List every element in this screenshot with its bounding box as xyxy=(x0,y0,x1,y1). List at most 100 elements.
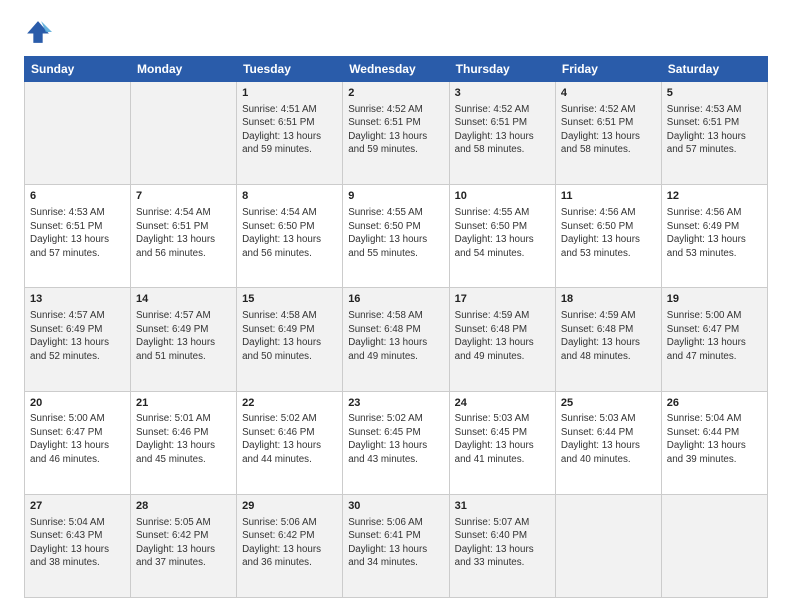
calendar-cell: 18 Sunrise: 4:59 AM Sunset: 6:48 PM Dayli… xyxy=(555,288,661,391)
day-number: 20 xyxy=(30,396,125,411)
day-info: Sunrise: 4:53 AM Sunset: 6:51 PM Dayligh… xyxy=(30,206,125,260)
day-info: Sunrise: 5:05 AM Sunset: 6:42 PM Dayligh… xyxy=(136,516,231,570)
calendar-cell: 15 Sunrise: 4:58 AM Sunset: 6:49 PM Dayli… xyxy=(237,288,343,391)
calendar-cell: 10 Sunrise: 4:55 AM Sunset: 6:50 PM Dayli… xyxy=(449,185,555,288)
calendar-cell: 6Sunrise: 4:53 AM Sunset: 6:51 PM Daylig… xyxy=(25,185,131,288)
logo-icon xyxy=(24,18,52,46)
day-header-sunday: Sunday xyxy=(25,57,131,82)
calendar-cell: 27 Sunrise: 5:04 AM Sunset: 6:43 PM Dayli… xyxy=(25,494,131,597)
day-number: 8 xyxy=(242,189,337,204)
day-header-monday: Monday xyxy=(131,57,237,82)
day-number: 22 xyxy=(242,396,337,411)
day-number: 27 xyxy=(30,499,125,514)
day-info: Sunrise: 5:03 AM Sunset: 6:44 PM Dayligh… xyxy=(561,412,656,466)
day-info: Sunrise: 5:04 AM Sunset: 6:44 PM Dayligh… xyxy=(667,412,762,466)
calendar-cell: 23Sunrise: 5:02 AM Sunset: 6:45 PM Dayli… xyxy=(343,391,449,494)
day-info: Sunrise: 4:58 AM Sunset: 6:48 PM Dayligh… xyxy=(348,309,443,363)
calendar-cell: 7 Sunrise: 4:54 AM Sunset: 6:51 PM Daylig… xyxy=(131,185,237,288)
day-info: Sunrise: 4:54 AM Sunset: 6:51 PM Dayligh… xyxy=(136,206,231,260)
day-number: 15 xyxy=(242,292,337,307)
day-header-wednesday: Wednesday xyxy=(343,57,449,82)
day-info: Sunrise: 4:58 AM Sunset: 6:49 PM Dayligh… xyxy=(242,309,337,363)
calendar-cell: 22Sunrise: 5:02 AM Sunset: 6:46 PM Dayli… xyxy=(237,391,343,494)
day-info: Sunrise: 5:02 AM Sunset: 6:45 PM Dayligh… xyxy=(348,412,443,466)
calendar-cell: 25Sunrise: 5:03 AM Sunset: 6:44 PM Dayli… xyxy=(555,391,661,494)
day-info: Sunrise: 5:06 AM Sunset: 6:41 PM Dayligh… xyxy=(348,516,443,570)
day-info: Sunrise: 5:02 AM Sunset: 6:46 PM Dayligh… xyxy=(242,412,337,466)
day-info: Sunrise: 4:52 AM Sunset: 6:51 PM Dayligh… xyxy=(455,103,550,157)
day-number: 5 xyxy=(667,86,762,101)
calendar-week-row: 27 Sunrise: 5:04 AM Sunset: 6:43 PM Dayli… xyxy=(25,494,768,597)
day-number: 14 xyxy=(136,292,231,307)
calendar-cell: 11Sunrise: 4:56 AM Sunset: 6:50 PM Dayli… xyxy=(555,185,661,288)
calendar-cell: 17 Sunrise: 4:59 AM Sunset: 6:48 PM Dayli… xyxy=(449,288,555,391)
calendar-cell: 1 Sunrise: 4:51 AM Sunset: 6:51 PM Daylig… xyxy=(237,82,343,185)
day-number: 7 xyxy=(136,189,231,204)
calendar-cell: 13 Sunrise: 4:57 AM Sunset: 6:49 PM Dayli… xyxy=(25,288,131,391)
calendar-cell: 20Sunrise: 5:00 AM Sunset: 6:47 PM Dayli… xyxy=(25,391,131,494)
calendar-cell: 31 Sunrise: 5:07 AM Sunset: 6:40 PM Dayli… xyxy=(449,494,555,597)
calendar-cell: 16Sunrise: 4:58 AM Sunset: 6:48 PM Dayli… xyxy=(343,288,449,391)
calendar-cell: 29Sunrise: 5:06 AM Sunset: 6:42 PM Dayli… xyxy=(237,494,343,597)
calendar-cell xyxy=(661,494,767,597)
calendar-cell: 5 Sunrise: 4:53 AM Sunset: 6:51 PM Daylig… xyxy=(661,82,767,185)
calendar-cell: 8 Sunrise: 4:54 AM Sunset: 6:50 PM Daylig… xyxy=(237,185,343,288)
day-number: 23 xyxy=(348,396,443,411)
header xyxy=(24,18,768,46)
day-info: Sunrise: 4:59 AM Sunset: 6:48 PM Dayligh… xyxy=(455,309,550,363)
day-info: Sunrise: 4:55 AM Sunset: 6:50 PM Dayligh… xyxy=(348,206,443,260)
day-info: Sunrise: 4:57 AM Sunset: 6:49 PM Dayligh… xyxy=(136,309,231,363)
calendar-cell: 26Sunrise: 5:04 AM Sunset: 6:44 PM Dayli… xyxy=(661,391,767,494)
day-number: 11 xyxy=(561,189,656,204)
calendar-week-row: 1 Sunrise: 4:51 AM Sunset: 6:51 PM Daylig… xyxy=(25,82,768,185)
day-info: Sunrise: 4:57 AM Sunset: 6:49 PM Dayligh… xyxy=(30,309,125,363)
day-number: 17 xyxy=(455,292,550,307)
day-number: 12 xyxy=(667,189,762,204)
day-number: 30 xyxy=(348,499,443,514)
day-info: Sunrise: 4:54 AM Sunset: 6:50 PM Dayligh… xyxy=(242,206,337,260)
day-number: 25 xyxy=(561,396,656,411)
calendar-cell: 28 Sunrise: 5:05 AM Sunset: 6:42 PM Dayli… xyxy=(131,494,237,597)
day-number: 10 xyxy=(455,189,550,204)
calendar-cell xyxy=(555,494,661,597)
day-number: 18 xyxy=(561,292,656,307)
calendar-cell: 9 Sunrise: 4:55 AM Sunset: 6:50 PM Daylig… xyxy=(343,185,449,288)
day-info: Sunrise: 5:01 AM Sunset: 6:46 PM Dayligh… xyxy=(136,412,231,466)
calendar-cell: 2 Sunrise: 4:52 AM Sunset: 6:51 PM Daylig… xyxy=(343,82,449,185)
day-info: Sunrise: 4:59 AM Sunset: 6:48 PM Dayligh… xyxy=(561,309,656,363)
day-info: Sunrise: 4:52 AM Sunset: 6:51 PM Dayligh… xyxy=(561,103,656,157)
day-info: Sunrise: 4:55 AM Sunset: 6:50 PM Dayligh… xyxy=(455,206,550,260)
day-number: 29 xyxy=(242,499,337,514)
calendar-cell: 21Sunrise: 5:01 AM Sunset: 6:46 PM Dayli… xyxy=(131,391,237,494)
calendar-cell: 14 Sunrise: 4:57 AM Sunset: 6:49 PM Dayli… xyxy=(131,288,237,391)
calendar-week-row: 6Sunrise: 4:53 AM Sunset: 6:51 PM Daylig… xyxy=(25,185,768,288)
day-number: 31 xyxy=(455,499,550,514)
calendar-cell xyxy=(131,82,237,185)
day-header-thursday: Thursday xyxy=(449,57,555,82)
day-number: 28 xyxy=(136,499,231,514)
day-number: 1 xyxy=(242,86,337,101)
day-number: 26 xyxy=(667,396,762,411)
day-header-tuesday: Tuesday xyxy=(237,57,343,82)
day-number: 4 xyxy=(561,86,656,101)
calendar-header-row: SundayMondayTuesdayWednesdayThursdayFrid… xyxy=(25,57,768,82)
day-info: Sunrise: 5:03 AM Sunset: 6:45 PM Dayligh… xyxy=(455,412,550,466)
day-info: Sunrise: 4:56 AM Sunset: 6:49 PM Dayligh… xyxy=(667,206,762,260)
day-number: 9 xyxy=(348,189,443,204)
day-number: 24 xyxy=(455,396,550,411)
day-info: Sunrise: 5:07 AM Sunset: 6:40 PM Dayligh… xyxy=(455,516,550,570)
day-number: 2 xyxy=(348,86,443,101)
day-header-saturday: Saturday xyxy=(661,57,767,82)
day-number: 13 xyxy=(30,292,125,307)
calendar-cell: 12 Sunrise: 4:56 AM Sunset: 6:49 PM Dayli… xyxy=(661,185,767,288)
day-info: Sunrise: 5:00 AM Sunset: 6:47 PM Dayligh… xyxy=(30,412,125,466)
day-info: Sunrise: 4:52 AM Sunset: 6:51 PM Dayligh… xyxy=(348,103,443,157)
day-info: Sunrise: 5:04 AM Sunset: 6:43 PM Dayligh… xyxy=(30,516,125,570)
day-info: Sunrise: 4:53 AM Sunset: 6:51 PM Dayligh… xyxy=(667,103,762,157)
day-header-friday: Friday xyxy=(555,57,661,82)
calendar-cell xyxy=(25,82,131,185)
calendar-cell: 4 Sunrise: 4:52 AM Sunset: 6:51 PM Daylig… xyxy=(555,82,661,185)
calendar-cell: 24Sunrise: 5:03 AM Sunset: 6:45 PM Dayli… xyxy=(449,391,555,494)
logo xyxy=(24,18,56,46)
day-info: Sunrise: 4:51 AM Sunset: 6:51 PM Dayligh… xyxy=(242,103,337,157)
